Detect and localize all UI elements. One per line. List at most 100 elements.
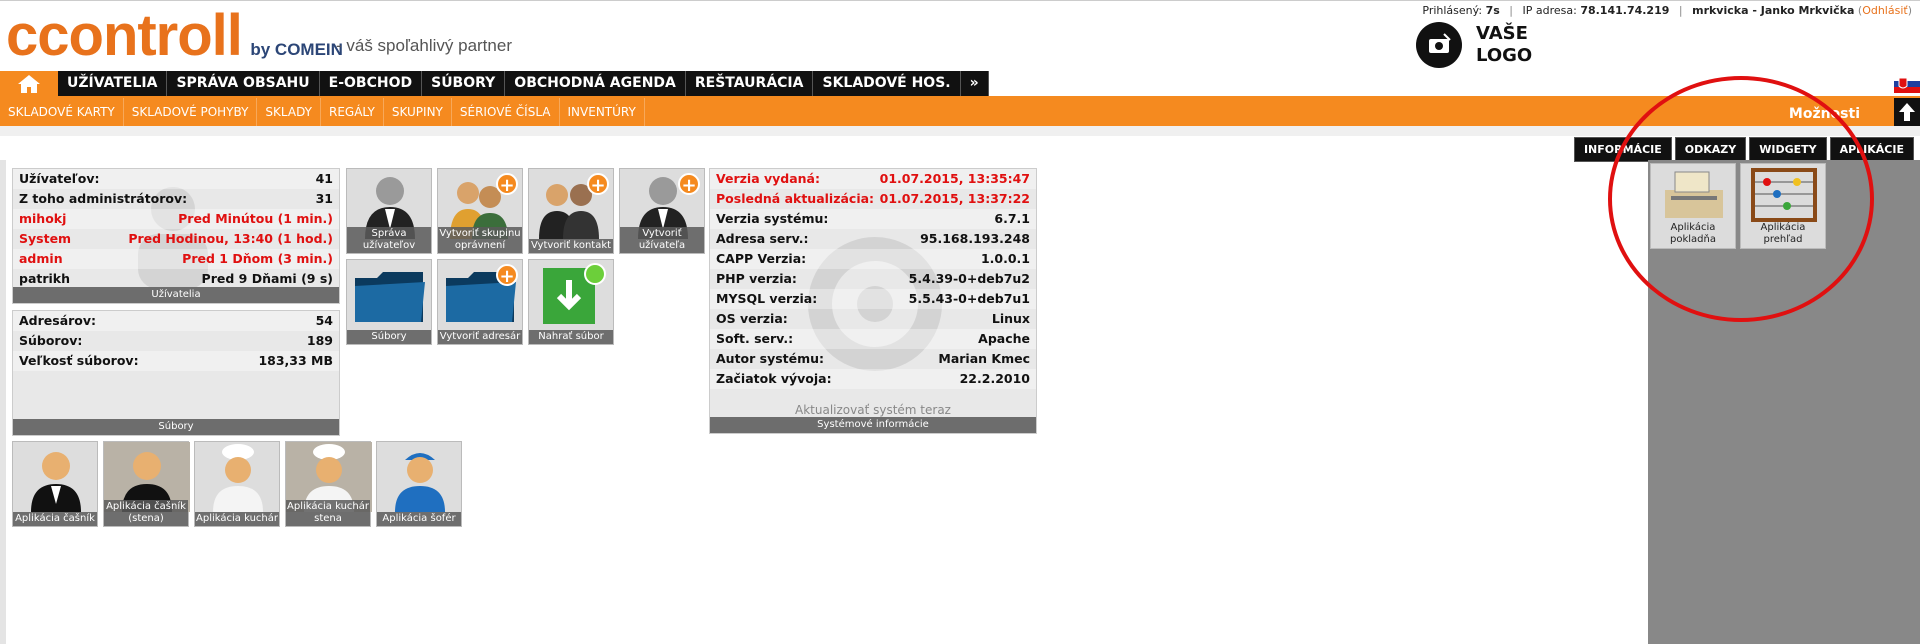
- tile-label: Správa užívateľov: [347, 227, 431, 253]
- mysql-version-row: MYSQL verzia: 5.5.43-0+deb7u1: [710, 289, 1036, 309]
- driver-icon: [395, 453, 445, 512]
- waiter-icon: [31, 452, 81, 512]
- user-status: Prihlásený: 7s | IP adresa: 78.141.74.21…: [1422, 4, 1912, 17]
- logged-value: 7s: [1485, 4, 1500, 17]
- server-address-row: Adresa serv.: 95.168.193.248: [716, 231, 1030, 246]
- dirs-count-row: Adresárov: 54: [13, 311, 339, 331]
- tile-label: Vytvoriť užívateľa: [620, 227, 704, 253]
- add-icon: +: [678, 173, 700, 196]
- top-border: [0, 0, 1920, 1]
- files-size-row: Veľkosť súborov: 183,33 MB: [13, 351, 339, 371]
- nav-item-obchodna-agenda[interactable]: OBCHODNÁ AGENDA: [505, 71, 686, 96]
- users-widget-footer: Užívatelia: [13, 287, 339, 303]
- subnav-skladove-karty[interactable]: SKLADOVÉ KARTY: [0, 98, 124, 126]
- separator: |: [1678, 4, 1683, 17]
- files-count-row: Súborov: 189: [19, 333, 333, 348]
- tile-app-waiter[interactable]: Aplikácia čašník: [12, 441, 98, 527]
- folder-icon: [355, 272, 425, 322]
- users-widget: Užívateľov: 41 Z toho administrátorov: 31 …: [12, 168, 340, 304]
- server-software-row: Soft. serv.: Apache: [710, 329, 1036, 349]
- subnav-sklady[interactable]: SKLADY: [257, 98, 321, 126]
- tile-label: Vytvoriť adresár: [438, 330, 522, 344]
- user-name: mrkvicka - Janko Mrkvička: [1692, 4, 1855, 17]
- nav-item-restauracia[interactable]: REŠTAURÁCIA: [685, 71, 814, 96]
- tile-label: Aplikácia čašník: [13, 512, 97, 526]
- tile-create-permission-group[interactable]: + Vytvoriť skupinu oprávnení: [437, 168, 523, 254]
- sub-nav: SKLADOVÉ KARTY SKLADOVÉ POHYBY SKLADY RE…: [0, 98, 1920, 126]
- subnav-skupiny[interactable]: SKUPINY: [384, 98, 452, 126]
- dev-start-row: Začiatok vývoja: 22.2.2010: [710, 369, 1036, 389]
- nav-item-sprava-obsahu[interactable]: SPRÁVA OBSAHU: [167, 71, 320, 96]
- nav-item-skladove-hos[interactable]: SKLADOVÉ HOS.: [813, 71, 961, 96]
- logout-link[interactable]: Odhlásiť: [1862, 4, 1908, 17]
- slovak-flag-icon[interactable]: [1894, 75, 1920, 93]
- tile-app-waiter-wall[interactable]: Aplikácia čašník (stena): [103, 441, 190, 527]
- tile-create-contact[interactable]: + Vytvoriť kontakt: [528, 168, 614, 254]
- user-activity-row: System Pred Hodinou, 13:40 (1 hod.): [19, 231, 333, 246]
- nav-item-more[interactable]: »: [960, 71, 989, 96]
- subnav-regaly[interactable]: REGÁLY: [321, 98, 384, 126]
- nav-item-uzivatelia[interactable]: UŽÍVATELIA: [58, 71, 168, 96]
- user-activity-row: patrikh Pred 9 Dňami (9 s): [19, 271, 333, 286]
- ip-value: 78.141.74.219: [1580, 4, 1670, 17]
- tile-app-cook-wall[interactable]: Aplikácia kuchár stena: [285, 441, 372, 527]
- os-version-row: OS verzia: Linux: [716, 311, 1030, 326]
- nav-item-e-obchod[interactable]: E-OBCHOD: [319, 71, 423, 96]
- update-system-link[interactable]: Aktualizovať systém teraz: [710, 403, 1036, 417]
- last-update-row: Posledná aktualizácia: 01.07.2015, 13:37:…: [716, 191, 1030, 206]
- tile-label: Aplikácia kuchár: [195, 512, 279, 526]
- tile-upload-file[interactable]: Nahrať súbor: [528, 259, 614, 345]
- subnav-skladove-pohyby[interactable]: SKLADOVÉ POHYBY: [124, 98, 258, 126]
- admins-count-row: Z toho administrátorov: 31: [19, 191, 333, 206]
- tile-app-cook[interactable]: Aplikácia kuchár: [194, 441, 280, 527]
- ip-label: IP adresa:: [1522, 4, 1577, 17]
- tile-label: Vytvoriť kontakt: [529, 239, 613, 253]
- main-nav: UŽÍVATELIA SPRÁVA OBSAHU E-OBCHOD SÚBORY…: [0, 71, 1920, 99]
- tile-files[interactable]: Súbory: [346, 259, 432, 345]
- tile-label: Aplikácia šofér: [377, 512, 461, 526]
- user-activity-row: admin Pred 1 Dňom (3 min.): [13, 249, 339, 269]
- your-logo-text: VAŠE LOGO: [1476, 23, 1533, 66]
- nav-item-subory[interactable]: SÚBORY: [422, 71, 506, 96]
- tile-label: Nahrať súbor: [529, 330, 613, 344]
- subnav-seriove-cisla[interactable]: SÉRIOVÉ ČÍSLA: [452, 98, 560, 126]
- camera-icon: [1416, 22, 1462, 68]
- user-activity-row: mihokj Pred Minútou (1 min.): [13, 209, 339, 229]
- add-icon: +: [587, 173, 609, 196]
- tile-user-management[interactable]: Správa užívateľov: [346, 168, 432, 254]
- subnav-inventury[interactable]: INVENTÚRY: [560, 98, 645, 126]
- system-info-widget: Verzia vydaná: 01.07.2015, 13:35:47 Posle…: [709, 168, 1037, 434]
- main-nav-items: UŽÍVATELIA SPRÁVA OBSAHU E-OBCHOD SÚBORY…: [58, 71, 989, 96]
- highlight-circle: [1608, 76, 1874, 322]
- release-date-row: Verzia vydaná: 01.07.2015, 13:35:47: [710, 169, 1036, 189]
- add-icon: +: [496, 173, 518, 196]
- system-widget-footer: Systémové informácie: [710, 417, 1036, 433]
- system-version-row: Verzia systému: 6.7.1: [710, 209, 1036, 229]
- home-icon[interactable]: [0, 71, 58, 96]
- left-strip: [0, 160, 6, 644]
- tile-label: Vytvoriť skupinu oprávnení: [438, 227, 522, 253]
- add-icon: +: [496, 264, 518, 287]
- cook-icon: [213, 444, 263, 512]
- logo-word: ccontroll: [6, 3, 243, 68]
- tile-app-driver[interactable]: Aplikácia šofér: [376, 441, 462, 527]
- app-logo[interactable]: ccontroll by COMEIN: [6, 6, 343, 66]
- tagline: - váš spoľahlivý partner: [336, 36, 512, 55]
- logo-by: by COMEIN: [250, 40, 343, 59]
- author-row: Autor systému: Marian Kmec: [716, 351, 1030, 366]
- logged-label: Prihlásený:: [1422, 4, 1483, 17]
- separator: |: [1509, 4, 1513, 17]
- tile-label: Súbory: [347, 330, 431, 344]
- php-version-row: PHP verzia: 5.4.39-0+deb7u2: [716, 271, 1030, 286]
- files-widget-footer: Súbory: [13, 419, 339, 435]
- capp-version-row: CAPP Verzia: 1.0.0.1: [710, 249, 1036, 269]
- upload-icon: [543, 263, 606, 324]
- tile-label: Aplikácia čašník (stena): [104, 500, 188, 526]
- files-widget: Adresárov: 54 Súborov: 189 Veľkosť súborov…: [12, 310, 340, 436]
- your-logo: VAŠE LOGO: [1416, 22, 1546, 68]
- users-count-row: Užívateľov: 41: [13, 169, 339, 189]
- tile-label: Aplikácia kuchár stena: [286, 500, 370, 526]
- tile-create-folder[interactable]: + Vytvoriť adresár: [437, 259, 523, 345]
- scroll-up-icon[interactable]: [1894, 98, 1920, 126]
- tile-create-user[interactable]: + Vytvoriť užívateľa: [619, 168, 705, 254]
